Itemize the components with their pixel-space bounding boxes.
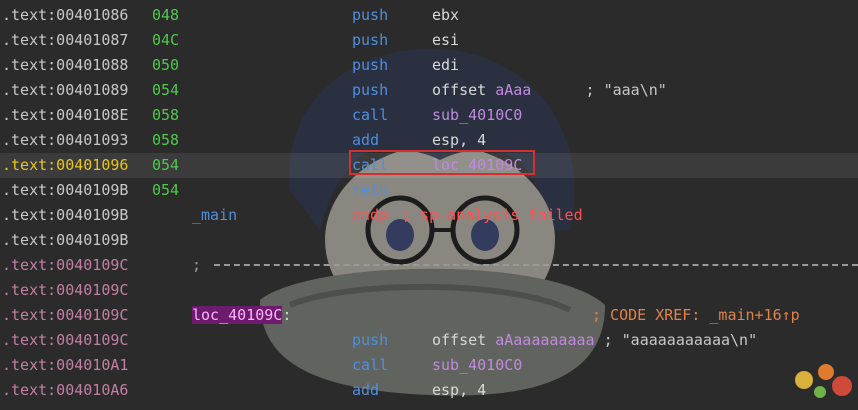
listing-row[interactable]: .text:00401093 058 add esp, 4 xyxy=(0,128,858,153)
operand-symbol: loc_40109C xyxy=(432,156,523,174)
mnemonic: push xyxy=(352,31,389,49)
xref-comment: ; CODE XREF: _main+16↑p xyxy=(592,306,800,324)
stack-pointer: 048 xyxy=(152,6,180,24)
operand-text: esp, 4 xyxy=(432,381,487,399)
operand: sub_4010C0 xyxy=(432,353,522,378)
listing-row[interactable]: .text:0040109C xyxy=(0,278,858,303)
operand: ebx xyxy=(432,3,459,28)
listing-row[interactable]: .text:004010A6 add esp, 4 xyxy=(0,378,858,403)
operand: esp, 4 xyxy=(432,128,486,153)
operand: offset aAaa ; "aaa\n" xyxy=(432,78,667,103)
operand-prefix: offset xyxy=(432,331,496,349)
operand-symbol: aAaa xyxy=(495,81,532,99)
listing-row[interactable]: .text:0040109B xyxy=(0,228,858,253)
mnemonic: add xyxy=(352,381,380,399)
listing-row[interactable]: .text:004010A1 call sub_4010C0 xyxy=(0,353,858,378)
address: .text:00401093 xyxy=(2,131,129,149)
operand-symbol: aAaaaaaaaaa xyxy=(495,331,595,349)
address: .text:0040109B xyxy=(2,206,129,224)
operand-text: ebx xyxy=(432,6,460,24)
mnemonic: call xyxy=(352,106,389,124)
operand-text: esp, 4 xyxy=(432,131,487,149)
address: .text:004010A1 xyxy=(2,356,129,374)
function-label: _main xyxy=(192,206,238,224)
operand: offset aAaaaaaaaaa ; "aaaaaaaaaaa\n" xyxy=(432,328,757,353)
sticker-icon xyxy=(795,364,852,398)
listing-row[interactable]: .text:00401087 04C push esi xyxy=(0,28,858,53)
listing-row[interactable]: .text:00401088 050 push edi xyxy=(0,53,858,78)
address: .text:0040109C xyxy=(2,306,129,324)
stack-pointer: 058 xyxy=(152,106,180,124)
operand: esi xyxy=(432,28,459,53)
listing-row[interactable]: .text:0040108E 058 call sub_4010C0 xyxy=(0,103,858,128)
stack-pointer: 058 xyxy=(152,131,180,149)
mnemonic: add xyxy=(352,131,380,149)
operand-text: edi xyxy=(432,56,460,74)
code-label: loc_40109C: xyxy=(192,303,291,328)
address: .text:0040109C xyxy=(2,281,129,299)
operand: edi xyxy=(432,53,459,78)
address: .text:0040109B xyxy=(2,181,129,199)
listing-row[interactable]: .text:0040109C push offset aAaaaaaaaaa ; "… xyxy=(0,328,858,353)
mnemonic: push xyxy=(352,81,389,99)
stack-pointer: 04C xyxy=(152,31,180,49)
listing-row[interactable]: .text:00401086 048 push ebx xyxy=(0,3,858,28)
mnemonic: push xyxy=(352,6,389,24)
operand-text: esi xyxy=(432,31,460,49)
operand: loc_40109C xyxy=(432,153,522,178)
code-label-name: loc_40109C xyxy=(192,306,283,324)
mnemonic: call xyxy=(352,356,389,374)
address: .text:00401087 xyxy=(2,31,129,49)
stack-pointer: 050 xyxy=(152,56,180,74)
listing-row[interactable]: .text:0040109C loc_40109C: ; CODE XREF: _m… xyxy=(0,303,858,328)
mnemonic: call xyxy=(352,156,389,174)
address: .text:0040109C xyxy=(2,256,129,274)
stack-pointer: 054 xyxy=(152,181,180,199)
address: .text:004010A6 xyxy=(2,381,129,399)
separator-semicolon: ; xyxy=(192,256,202,274)
stack-pointer: 054 xyxy=(152,81,180,99)
code-label-colon: : xyxy=(282,306,292,324)
address: .text:00401096 xyxy=(2,156,129,174)
stack-pointer: 054 xyxy=(152,156,180,174)
address: .text:00401088 xyxy=(2,56,129,74)
operand: sub_4010C0 xyxy=(432,103,522,128)
address: .text:00401086 xyxy=(2,6,129,24)
listing-row[interactable]: .text:00401089 054 push offset aAaa ; "aaa\… xyxy=(0,78,858,103)
endp-keyword: endp xyxy=(352,206,389,224)
operand-symbol: sub_4010C0 xyxy=(432,356,523,374)
operand-symbol: sub_4010C0 xyxy=(432,106,523,124)
function-separator-line xyxy=(214,264,858,266)
listing-row[interactable]: .text:0040109B _main endp ; sp-analysis fai… xyxy=(0,203,858,228)
mnemonic: push xyxy=(352,331,389,349)
inline-comment: ; "aaa\n" xyxy=(531,81,667,99)
operand-prefix: offset xyxy=(432,81,496,99)
address: .text:0040109C xyxy=(2,331,129,349)
address: .text:0040109B xyxy=(2,231,129,249)
endp-comment: ; sp-analysis failed xyxy=(402,206,583,224)
operand: esp, 4 xyxy=(432,378,486,403)
mnemonic: push xyxy=(352,56,389,74)
inline-comment: ; "aaaaaaaaaaa\n" xyxy=(594,331,758,349)
listing-row[interactable]: .text:0040109B 054 retn xyxy=(0,178,858,203)
mnemonic: retn xyxy=(352,181,389,199)
listing-row[interactable]: .text:00401096 054 call loc_40109C xyxy=(0,153,858,178)
address: .text:00401089 xyxy=(2,81,129,99)
address: .text:0040108E xyxy=(2,106,129,124)
